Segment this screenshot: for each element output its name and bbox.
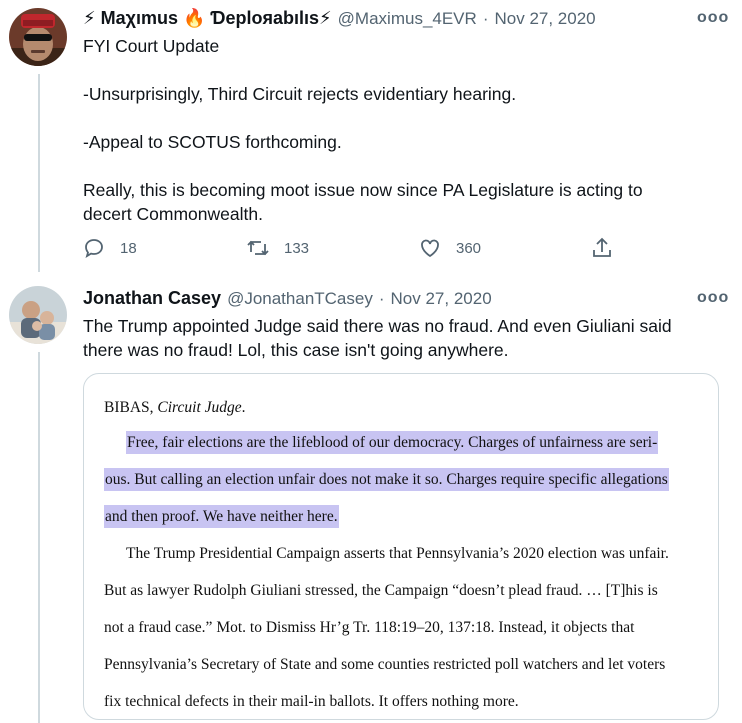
- retweet-icon: [247, 240, 269, 256]
- share-button[interactable]: [590, 236, 628, 260]
- document-image-card[interactable]: BIBAS, Circuit Judge. Free, fair electio…: [83, 373, 719, 720]
- tweet1-actions: 18 133 360: [82, 236, 622, 264]
- body-line-4: Pennsylvania’s Secretary of State and so…: [104, 646, 694, 683]
- tweet2-header: Jonathan Casey @JonathanTCasey · Nov 27,…: [83, 288, 492, 309]
- tweet2-display-name[interactable]: Jonathan Casey: [83, 288, 221, 309]
- thread-connector-2: [38, 352, 40, 723]
- avatar-maximus[interactable]: [9, 8, 67, 66]
- highlighted-text: Free, fair elections are the lifeblood o…: [126, 431, 659, 454]
- tweet1-header: ⚡ Maχımus 🔥 Ɗeploяabılıs⚡ @Maximus_4EVR …: [83, 8, 596, 29]
- tweet2-text: The Trump appointed Judge said there was…: [83, 316, 672, 360]
- like-count: 360: [456, 239, 482, 257]
- body-line-3: not a fraud case.” Mot. to Dismiss Hr’g …: [104, 609, 694, 646]
- heading-period: .: [241, 399, 246, 416]
- body-text: But as lawyer Rudolph Giuliani stressed,…: [104, 582, 658, 599]
- tweet1-date[interactable]: Nov 27, 2020: [494, 9, 595, 29]
- highlight-line-1: Free, fair elections are the lifeblood o…: [104, 424, 694, 461]
- tweet1-handle[interactable]: @Maximus_4EVR: [338, 9, 477, 29]
- retweet-count: 133: [284, 239, 310, 257]
- body-text: The Trump Presidential Campaign asserts …: [126, 545, 669, 562]
- retweet-button[interactable]: 133: [246, 236, 309, 260]
- judge-title: Circuit Judge: [157, 399, 242, 416]
- court-opinion-excerpt: BIBAS, Circuit Judge. Free, fair electio…: [104, 392, 694, 719]
- tweet2-separator: ·: [378, 289, 385, 308]
- opinion-heading: BIBAS, Circuit Judge.: [104, 392, 694, 424]
- reply-count: 18: [120, 239, 137, 257]
- body-text: fix technical defects in their mail-in b…: [104, 693, 519, 710]
- highlighted-text: and then proof. We have neither here.: [104, 505, 339, 528]
- tweet1-display-name[interactable]: ⚡ Maχımus 🔥 Ɗeploяabılıs⚡: [83, 8, 332, 29]
- like-button[interactable]: 360: [418, 236, 481, 260]
- body-line-5: fix technical defects in their mail-in b…: [104, 683, 694, 719]
- tweet2-handle[interactable]: @JonathanTCasey: [227, 289, 373, 309]
- body-line-2: But as lawyer Rudolph Giuliani stressed,…: [104, 572, 694, 609]
- tweet1-separator: ·: [482, 9, 489, 28]
- reply-button[interactable]: 18: [82, 236, 137, 260]
- share-icon: [593, 237, 611, 257]
- highlight-line-2: ous. But calling an election unfair does…: [104, 461, 694, 498]
- tweet1-text: FYI Court Update -Unsurprisingly, Third …: [83, 36, 643, 224]
- highlight-line-3: and then proof. We have neither here.: [104, 498, 694, 535]
- tweet2-more-icon[interactable]: ooo: [697, 289, 729, 307]
- judge-name: BIBAS,: [104, 399, 158, 416]
- tweet2-date[interactable]: Nov 27, 2020: [391, 289, 492, 309]
- like-icon: [421, 239, 439, 258]
- avatar-jonathan-casey[interactable]: [9, 286, 67, 344]
- body-text: Pennsylvania’s Secretary of State and so…: [104, 656, 666, 673]
- tweet1-more-icon[interactable]: ooo: [697, 9, 729, 27]
- body-line-1: The Trump Presidential Campaign asserts …: [104, 535, 694, 572]
- highlighted-text: ous. But calling an election unfair does…: [104, 468, 669, 491]
- body-text: not a fraud case.” Mot. to Dismiss Hr’g …: [104, 619, 635, 636]
- thread-connector: [38, 74, 40, 272]
- reply-icon: [85, 239, 103, 258]
